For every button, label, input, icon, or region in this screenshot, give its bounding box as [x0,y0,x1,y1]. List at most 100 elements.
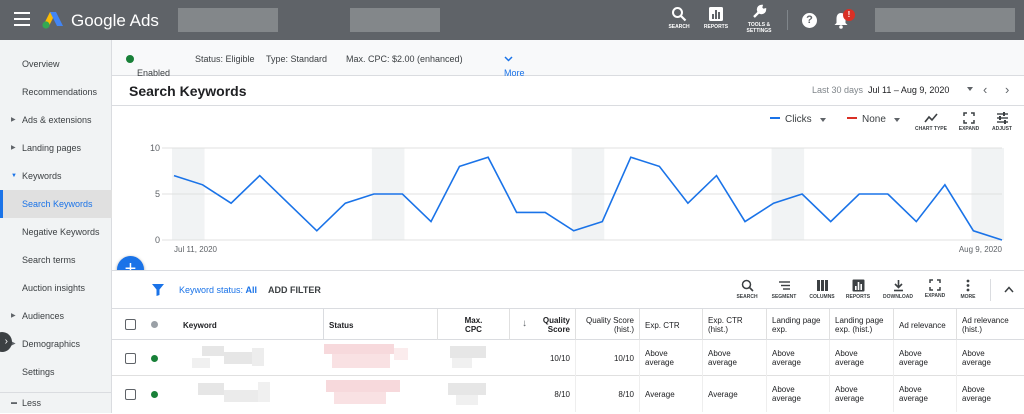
column-ctrh-label: Exp. CTR (hist.) [708,316,743,334]
sidebar-item-recommendations[interactable]: Recommendations [0,78,112,106]
page-title: Search Keywords [129,83,247,99]
previous-period-chevron-icon[interactable]: ‹ [983,82,987,97]
sidebar-item-auction-insights[interactable]: Auction insights [0,274,112,302]
tools-settings-button[interactable]: TOOLS & SETTINGS [742,4,776,34]
exp-ctr-hist-value: Above average [708,349,737,367]
segment-button[interactable]: SEGMENT [766,279,802,300]
exp-ctr-value: Above average [645,349,674,367]
add-filter-button[interactable]: ADD FILTER [268,285,321,295]
sidebar-item-search-keywords[interactable]: Search Keywords [0,190,112,218]
column-max-cpc-line1: Max. [464,316,483,325]
chevron-down-icon [504,56,513,62]
more-button[interactable]: MORE [954,279,982,300]
row-checkbox[interactable] [125,353,136,364]
column-lpe-label: Landing page exp. [772,316,821,334]
column-status[interactable]: Status [324,309,438,341]
sidebar-item-demographics[interactable]: ▶ Demographics [0,330,112,358]
table-row[interactable]: 8/10 8/10 Average Average Above average A… [112,376,1024,412]
collapse-arrow-icon: ▬ [11,400,17,406]
table-row[interactable]: 10/10 10/10 Above average Above average Ab… [112,340,1024,376]
sidebar-item-less[interactable]: ▬ Less [0,392,112,413]
y-tick-label: 10 [150,143,160,153]
sidebar-item-keywords[interactable]: ▼ Keywords [0,162,112,190]
landing-page-exp-hist-cell: Above average [830,376,894,412]
column-keyword-label: Keyword [183,320,217,330]
table-search-label: SEARCH [736,294,758,300]
column-exp-ctr-hist[interactable]: Exp. CTR (hist.) [703,309,767,341]
column-max-cpc[interactable]: Max. CPC [438,309,510,341]
sidebar-item-overview[interactable]: Overview [0,50,112,78]
notification-badge-glyph: ! [847,10,851,19]
column-keyword[interactable]: Keyword [178,309,324,341]
date-range-dropdown-icon[interactable] [967,87,973,91]
sidebar-label: Audiences [22,311,65,321]
adrelh-line1: Above [962,385,985,394]
sidebar-label: Search terms [22,255,76,265]
search-label: SEARCH [668,24,690,30]
brand-name: Google Ads [71,11,159,30]
search-icon [672,7,687,22]
exp-ctr-cell: Above average [640,340,703,376]
match-type: Type: Standard [266,54,328,64]
help-icon[interactable]: ? [802,13,817,28]
status-dot-column [144,309,178,341]
download-icon [893,280,903,292]
column-quality-score-hist[interactable]: Quality Score (hist.) [576,309,640,341]
chevron-up-icon[interactable] [1004,286,1014,293]
enabled-dot-icon [151,355,158,362]
filter-funnel-icon[interactable] [152,284,164,296]
landing-page-exp-hist-cell: Above average [830,340,894,376]
quality-score-cell: 10/10 [510,340,576,376]
menu-icon[interactable] [14,12,30,26]
next-period-chevron-icon[interactable]: › [1005,82,1009,97]
table-expand-button[interactable]: EXPAND [920,279,950,299]
row-checkbox[interactable] [125,389,136,400]
column-landing-page-exp-hist[interactable]: Landing page exp. (hist.) [830,309,894,341]
sidebar-item-landing-pages[interactable]: ▶ Landing pages [0,134,112,162]
table-search-button[interactable]: SEARCH [732,279,762,300]
sidebar-item-negative-keywords[interactable]: Negative Keywords [0,218,112,246]
column-ad-relevance-hist[interactable]: Ad relevance (hist.) [957,309,1024,341]
more-details-link[interactable]: More details [504,54,530,88]
lpe-value: Above average [772,385,801,403]
ad-relevance-hist-cell: Above average [957,340,1024,376]
column-exp-ctr[interactable]: Exp. CTR [640,309,703,341]
keyword-status-filter[interactable]: Keyword status: All [179,285,257,295]
enabled-dot-icon [151,391,158,398]
column-ad-relevance-label: Ad relevance [899,320,946,330]
sidebar-item-ads-extensions[interactable]: ▶ Ads & extensions [0,106,112,134]
search-button[interactable]: SEARCH [664,6,694,30]
column-lpeh-line2: exp. (hist.) [835,325,873,334]
sidebar-item-settings[interactable]: Settings [0,358,112,386]
column-landing-page-exp[interactable]: Landing page exp. [767,309,830,341]
sidebar-item-audiences[interactable]: ▶ Audiences [0,302,112,330]
columns-button[interactable]: COLUMNS [806,279,838,300]
user-account-blurred[interactable] [875,8,1015,32]
column-ad-relevance[interactable]: Ad relevance [894,309,957,341]
exp-ctr-line2: average [645,358,674,367]
lpe-line2: average [772,358,801,367]
column-status-label: Status [329,320,354,330]
download-label: DOWNLOAD [883,294,913,300]
enabled-status[interactable]: Enabled [126,54,170,78]
sidebar-item-search-terms[interactable]: Search terms [0,246,112,274]
download-button[interactable]: DOWNLOAD [880,279,916,300]
column-max-cpc-label: Max. CPC [465,316,483,334]
date-range-picker[interactable]: Jul 11 – Aug 9, 2020 [868,85,949,95]
page-header: Search Keywords Last 30 days Jul 11 – Au… [112,76,1024,106]
select-all-checkbox[interactable] [125,319,136,330]
column-quality-score[interactable]: ↓ Quality Score [510,309,576,341]
google-ads-logo[interactable] [42,10,64,30]
reports-button[interactable]: REPORTS [700,6,732,30]
exp-ctrh-line1: Above [708,349,731,358]
exp-ctr-hist-value: Average [708,389,738,399]
lpeh-line1: Above [835,349,858,358]
quality-score-hist-cell: 10/10 [576,340,640,376]
lpe-line1: Above [772,349,795,358]
lpe-line2: average [772,394,801,403]
column-qs-line1: Quality [542,316,570,325]
max-cpc: Max. CPC: $2.00 (enhanced) [346,54,463,64]
column-adrelh-line2: (hist.) [962,325,982,334]
table-reports-button[interactable]: REPORTS [842,279,874,300]
status-dot-header-icon [151,321,158,328]
